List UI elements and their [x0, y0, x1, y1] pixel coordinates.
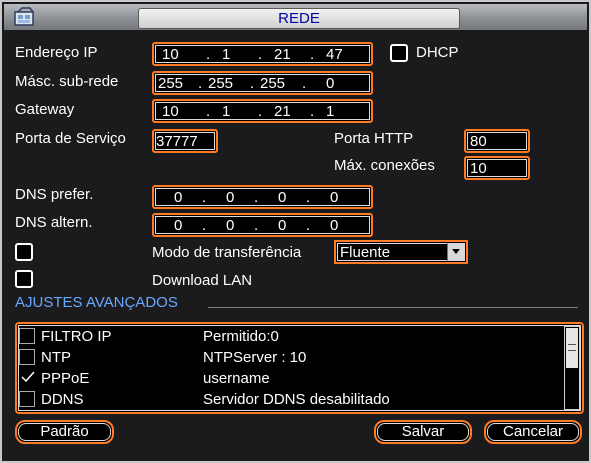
list-item-desc: NTPServer : 10	[203, 349, 307, 366]
dns-dot: .	[202, 217, 207, 234]
list-item-checkbox[interactable]	[19, 328, 35, 344]
ip-address-label: Endereço IP	[15, 44, 98, 61]
triangle-down-icon[interactable]	[447, 243, 465, 261]
gateway-octet-3: 21	[274, 103, 291, 120]
download-lan-label: Download LAN	[152, 272, 253, 289]
ip-address-field[interactable]: 10 . 1 . 21 . 47	[152, 42, 373, 66]
network-settings-icon	[12, 6, 38, 28]
ip-dot: .	[258, 46, 263, 63]
gateway-octet-2: 1	[222, 103, 231, 120]
list-item-desc: Servidor DDNS desabilitado	[203, 391, 390, 408]
list-item[interactable]: PPPoE username	[17, 368, 565, 390]
dns-dot: .	[306, 189, 311, 206]
dns-pref-octet-2: 0	[226, 189, 235, 206]
list-item-checkbox[interactable]	[19, 391, 35, 407]
gateway-label: Gateway	[15, 101, 75, 118]
list-item-name: NTP	[41, 349, 71, 366]
dns-dot: .	[254, 217, 259, 234]
cancel-button[interactable]: Cancelar	[484, 420, 582, 444]
section-divider	[208, 307, 578, 308]
gateway-octet-4: 1	[326, 103, 335, 120]
list-item[interactable]: FILTRO IP Permitido:0	[17, 326, 565, 348]
service-port-label: Porta de Serviço	[15, 130, 126, 147]
mask-dot: .	[302, 75, 307, 92]
service-port-field[interactable]: 37777	[152, 129, 218, 153]
ip-octet-4: 47	[326, 46, 343, 63]
mask-octet-2: 255	[208, 75, 234, 92]
advanced-settings-title: AJUSTES AVANÇADOS	[15, 294, 178, 311]
gateway-dot: .	[258, 103, 263, 120]
list-item-name: DDNS	[41, 391, 84, 408]
ip-octet-1: 10	[162, 46, 179, 63]
mask-dot: .	[198, 75, 203, 92]
dns-alternate-field[interactable]: 0 . 0 . 0 . 0	[152, 213, 373, 237]
title-bar: REDE	[4, 4, 587, 30]
dns-dot: .	[254, 189, 259, 206]
dhcp-label: DHCP	[416, 44, 459, 61]
gateway-octet-1: 10	[162, 103, 179, 120]
scrollbar-thumb[interactable]	[566, 328, 578, 368]
gateway-dot: .	[206, 103, 211, 120]
save-button[interactable]: Salvar	[374, 420, 472, 444]
list-scrollbar[interactable]	[564, 326, 580, 410]
gateway-dot: .	[310, 103, 315, 120]
subnet-mask-field[interactable]: 255 . 255 . 255 . 0	[152, 71, 373, 95]
list-item-desc: Permitido:0	[203, 328, 279, 345]
dns-alt-octet-3: 0	[278, 217, 287, 234]
list-item-name: FILTRO IP	[41, 328, 112, 345]
dns-pref-octet-4: 0	[330, 189, 339, 206]
advanced-settings-list[interactable]: FILTRO IP Permitido:0 NTP NTPServer : 10…	[15, 322, 584, 414]
dns-alt-octet-4: 0	[330, 217, 339, 234]
dns-pref-octet-1: 0	[174, 189, 183, 206]
mask-octet-1: 255	[158, 75, 184, 92]
transfer-mode-label: Modo de transferência	[152, 244, 302, 261]
dns-alt-octet-1: 0	[174, 217, 183, 234]
list-item-checkbox[interactable]	[19, 349, 35, 365]
dns-alternate-label: DNS altern.	[15, 214, 93, 231]
ip-octet-2: 1	[222, 46, 231, 63]
mask-octet-3: 255	[260, 75, 286, 92]
default-button[interactable]: Padrão	[15, 420, 114, 444]
dns-alt-octet-2: 0	[226, 217, 235, 234]
ip-octet-3: 21	[274, 46, 291, 63]
transfer-mode-select[interactable]: Fluente	[334, 240, 468, 264]
save-button-label: Salvar	[401, 423, 445, 440]
transfer-mode-value: Fluente	[340, 244, 391, 261]
transfer-mode-checkbox[interactable]	[15, 243, 33, 261]
http-port-value: 80	[470, 133, 487, 150]
dns-dot: .	[306, 217, 311, 234]
mask-octet-4: 0	[326, 75, 335, 92]
network-settings-window: REDE Endereço IP 10 . 1 . 21 . 47 DHCP M…	[0, 0, 591, 463]
cancel-button-label: Cancelar	[502, 423, 564, 440]
list-item[interactable]: DDNS Servidor DDNS desabilitado	[17, 389, 565, 411]
window-title: REDE	[138, 8, 460, 29]
dns-preferred-field[interactable]: 0 . 0 . 0 . 0	[152, 185, 373, 209]
http-port-field[interactable]: 80	[464, 129, 530, 153]
dhcp-checkbox[interactable]	[390, 44, 408, 62]
mask-dot: .	[250, 75, 255, 92]
download-lan-checkbox[interactable]	[15, 270, 33, 288]
list-item-name: PPPoE	[41, 370, 90, 387]
subnet-mask-label: Másc. sub-rede	[15, 73, 119, 90]
dns-preferred-label: DNS prefer.	[15, 186, 94, 203]
dns-pref-octet-3: 0	[278, 189, 287, 206]
max-connections-label: Máx. conexões	[334, 157, 435, 174]
list-item-desc: username	[203, 370, 270, 387]
ip-dot: .	[206, 46, 211, 63]
checkmark-icon	[20, 369, 36, 389]
list-item[interactable]: NTP NTPServer : 10	[17, 347, 565, 369]
dns-dot: .	[202, 189, 207, 206]
default-button-label: Padrão	[40, 423, 89, 440]
max-connections-value: 10	[470, 160, 487, 177]
ip-dot: .	[310, 46, 315, 63]
list-item-checkbox[interactable]	[19, 370, 35, 386]
service-port-value: 37777	[156, 133, 198, 150]
gateway-field[interactable]: 10 . 1 . 21 . 1	[152, 99, 373, 123]
http-port-label: Porta HTTP	[334, 130, 414, 147]
max-connections-field[interactable]: 10	[464, 156, 530, 180]
